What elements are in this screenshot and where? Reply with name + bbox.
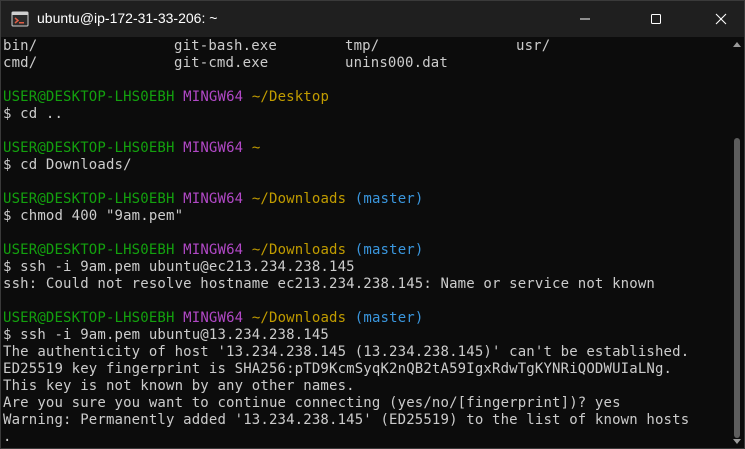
- output-line: .: [3, 429, 12, 445]
- prompt-user: USER@DESKTOP-LHS0EBH: [3, 89, 175, 105]
- listing-cell: git-cmd.exe: [174, 55, 269, 71]
- command-line: $ ssh -i 9am.pem ubuntu@13.234.238.145: [3, 327, 329, 343]
- prompt-line: USER@DESKTOP-LHS0EBH MINGW64 ~/Downloads…: [3, 310, 721, 327]
- prompt-branch: (master): [354, 191, 424, 207]
- maximize-button[interactable]: [633, 1, 679, 37]
- listing-cell: bin/: [3, 38, 38, 54]
- listing-cell: tmp/: [345, 38, 380, 54]
- prompt-path: ~/Downloads: [251, 310, 347, 326]
- prompt-user: USER@DESKTOP-LHS0EBH: [3, 191, 175, 207]
- minimize-icon: [579, 10, 591, 29]
- terminal-window: ubuntu@ip-172-31-33-206: ~ bin/git-bash.…: [0, 0, 745, 449]
- prompt-env: MINGW64: [183, 310, 244, 326]
- output-line: ssh: Could not resolve hostname ec213.23…: [3, 276, 655, 292]
- prompt-env: MINGW64: [183, 140, 244, 156]
- listing-row: cmd/git-cmd.exe unins000.dat: [3, 55, 721, 72]
- command-line: $ chmod 400 "9am.pem": [3, 208, 184, 224]
- listing-row: bin/git-bash.exe tmp/usr/: [3, 38, 721, 55]
- prompt-branch: (master): [354, 242, 424, 258]
- prompt-path: ~/Desktop: [251, 89, 330, 105]
- scroll-down-icon[interactable]: [733, 439, 741, 444]
- command-line: $ cd Downloads/: [3, 157, 132, 173]
- prompt-user: USER@DESKTOP-LHS0EBH: [3, 140, 175, 156]
- maximize-icon: [650, 10, 662, 29]
- output-line: Warning: Permanently added '13.234.238.1…: [3, 412, 690, 428]
- listing-cell: git-bash.exe: [174, 38, 277, 54]
- prompt-env: MINGW64: [183, 242, 244, 258]
- command-line: $ cd ..: [3, 106, 64, 122]
- scroll-up-icon[interactable]: [733, 42, 741, 47]
- window-title: ubuntu@ip-172-31-33-206: ~: [37, 10, 218, 26]
- prompt-path: ~: [251, 140, 261, 156]
- output-line: This key is not known by any other names…: [3, 378, 355, 394]
- prompt-path: ~/Downloads: [251, 191, 347, 207]
- title-bar[interactable]: ubuntu@ip-172-31-33-206: ~: [1, 1, 744, 37]
- listing-cell: usr/: [516, 38, 551, 54]
- prompt-line: USER@DESKTOP-LHS0EBH MINGW64 ~/Downloads…: [3, 242, 721, 259]
- terminal-output[interactable]: bin/git-bash.exe tmp/usr/ cmd/git-cmd.exe…: [3, 38, 721, 448]
- command-line: $ ssh -i 9am.pem ubuntu@ec213.234.238.14…: [3, 259, 355, 275]
- prompt-env: MINGW64: [183, 191, 244, 207]
- output-line: Are you sure you want to continue connec…: [3, 395, 621, 411]
- prompt-env: MINGW64: [183, 89, 244, 105]
- output-line: The authenticity of host '13.234.238.145…: [3, 344, 690, 360]
- listing-cell: cmd/: [3, 55, 38, 71]
- prompt-line: USER@DESKTOP-LHS0EBH MINGW64 ~/Desktop: [3, 89, 721, 106]
- prompt-user: USER@DESKTOP-LHS0EBH: [3, 310, 175, 326]
- git-bash-icon: [11, 10, 29, 28]
- scrollbar-thumb[interactable]: [734, 138, 740, 438]
- prompt-path: ~/Downloads: [251, 242, 347, 258]
- close-button[interactable]: [698, 1, 744, 37]
- prompt-line: USER@DESKTOP-LHS0EBH MINGW64 ~: [3, 140, 721, 157]
- listing-cell: unins000.dat: [345, 55, 448, 71]
- prompt-branch: (master): [354, 310, 424, 326]
- scrollbar[interactable]: [730, 38, 744, 448]
- output-line: ED25519 key fingerprint is SHA256:pTD9Kc…: [3, 361, 673, 377]
- minimize-button[interactable]: [562, 1, 608, 37]
- close-icon: [715, 10, 727, 29]
- prompt-user: USER@DESKTOP-LHS0EBH: [3, 242, 175, 258]
- prompt-line: USER@DESKTOP-LHS0EBH MINGW64 ~/Downloads…: [3, 191, 721, 208]
